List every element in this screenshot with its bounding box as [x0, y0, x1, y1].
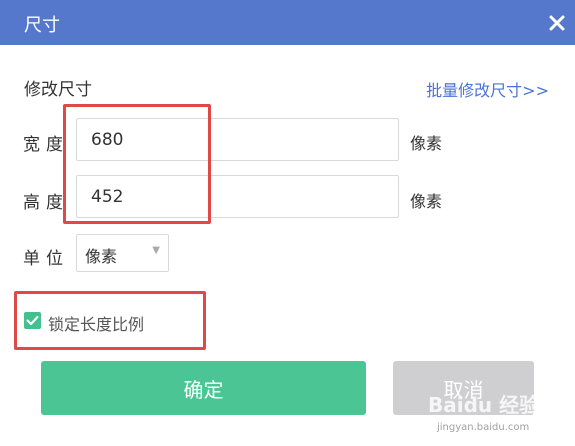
close-icon[interactable]: [548, 14, 566, 32]
width-label: 宽度: [23, 135, 69, 155]
width-unit: 像素: [410, 134, 443, 153]
dialog-titlebar: 尺寸: [0, 0, 575, 45]
height-label: 高度: [23, 193, 69, 213]
height-field[interactable]: [76, 175, 399, 218]
watermark-text: Baidu 经验: [428, 393, 540, 417]
watermark-url: jingyan.baidu.com: [437, 422, 530, 433]
section-title: 修改尺寸: [24, 80, 92, 100]
height-input[interactable]: [77, 176, 398, 217]
width-field[interactable]: [76, 118, 399, 161]
unit-select[interactable]: 像素 ▼: [76, 234, 169, 272]
lock-ratio-checkbox[interactable]: [24, 312, 41, 329]
batch-resize-link[interactable]: 批量修改尺寸>>: [426, 77, 549, 101]
height-unit: 像素: [410, 192, 443, 211]
confirm-button[interactable]: 确定: [41, 361, 366, 415]
unit-select-value: 像素: [85, 247, 118, 266]
chevron-down-icon: ▼: [152, 245, 160, 256]
width-input[interactable]: [77, 119, 398, 160]
unit-label: 单位: [23, 249, 69, 269]
lock-ratio-label[interactable]: 锁定长度比例: [48, 311, 144, 335]
check-icon: [26, 315, 39, 326]
dialog-title: 尺寸: [24, 15, 60, 36]
